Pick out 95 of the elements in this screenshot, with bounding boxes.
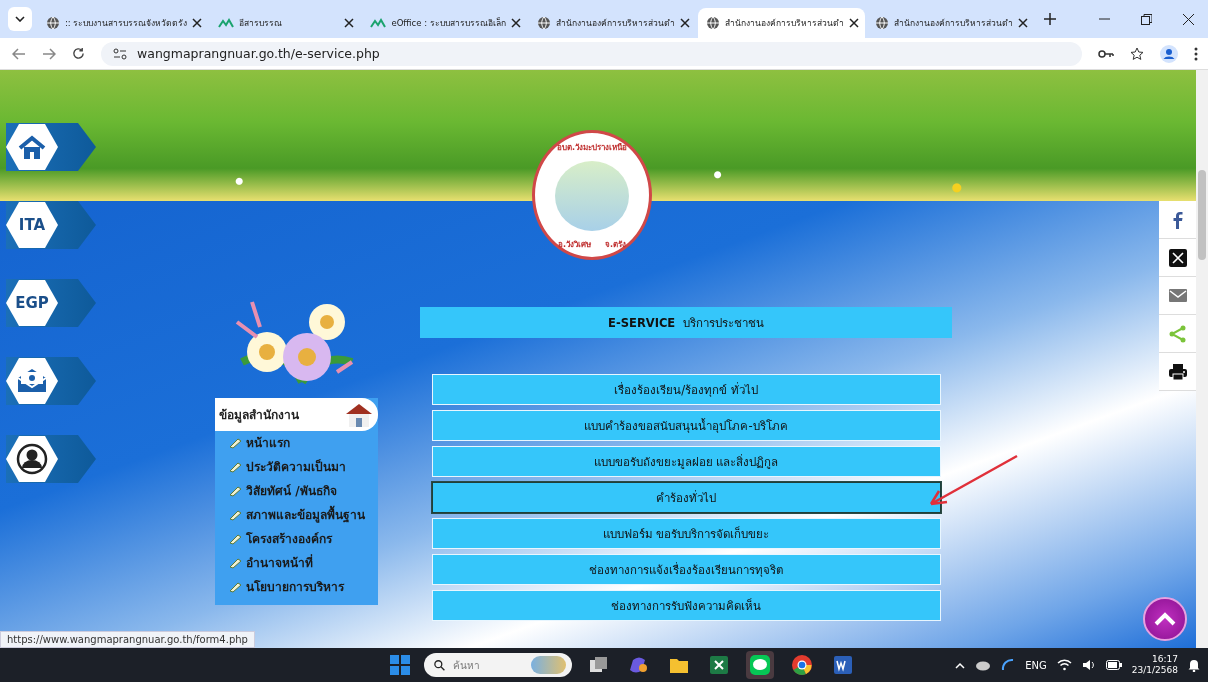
speaker-icon[interactable] xyxy=(1081,659,1096,671)
side-link-button[interactable]: EGP xyxy=(6,279,96,327)
house-icon xyxy=(344,401,374,428)
chart-line-icon xyxy=(370,17,387,29)
pencil-icon xyxy=(229,437,242,449)
pencil-icon xyxy=(229,461,242,473)
tab-title: eOffice : ระบบสารบรรณอิเล็ก xyxy=(391,16,506,30)
service-button[interactable]: แบบคำร้องขอสนับสนุนน้ำอุปโภค-บริโภค xyxy=(431,410,941,441)
profile-icon[interactable] xyxy=(1160,44,1178,63)
service-button[interactable]: แบบฟอร์ม ขอรับบริการจัดเก็บขยะ xyxy=(431,518,941,549)
pencil-icon xyxy=(229,509,242,521)
logo-text: ITA xyxy=(18,216,46,234)
battery-icon[interactable] xyxy=(1105,660,1122,670)
browser-tab[interactable]: สำนักงานองค์การบริหารส่วนตำ xyxy=(528,8,696,38)
service-button[interactable]: คำร้องทั่วไป xyxy=(431,482,941,513)
mail-icon xyxy=(16,368,48,394)
tab-title: :: ระบบงานสารบรรณจังหวัดตรัง xyxy=(65,17,188,30)
address-bar[interactable]: wangmaprangnuar.go.th/e-service.php xyxy=(101,41,1082,66)
side-link-button[interactable] xyxy=(6,435,96,483)
clock-time[interactable]: 16:17 xyxy=(1152,654,1178,665)
star-icon[interactable] xyxy=(1130,46,1144,61)
logo-text: EGP xyxy=(15,294,49,312)
close-icon[interactable] xyxy=(1017,18,1028,28)
taskbar-search-field[interactable]: ค้นหา xyxy=(424,653,572,677)
cloud-icon[interactable] xyxy=(975,659,992,671)
menu-link[interactable]: นโยบายการบริหาร xyxy=(246,579,344,595)
emblem-text: อบต.วังมะปรางเหนือ xyxy=(556,142,627,154)
chat-app-icon[interactable] xyxy=(746,651,774,679)
menu-title: ข้อมูลสำนักงาน xyxy=(219,407,299,424)
tab-title: สำนักงานองค์การบริหารส่วนตำ xyxy=(724,17,844,30)
search-icon xyxy=(434,658,446,672)
side-link-button[interactable] xyxy=(6,357,96,405)
x-logo-icon xyxy=(1168,248,1187,267)
chart-line-icon xyxy=(218,17,235,29)
menu-link[interactable]: ประวัติความเป็นมา xyxy=(246,459,346,475)
browser-tab[interactable]: :: ระบบงานสารบรรณจังหวัดตรัง xyxy=(38,8,209,38)
status-url: https://www.wangmaprangnuar.go.th/form4.php xyxy=(0,631,255,648)
tab-title: สำนักงานองค์การบริหารส่วนตำ xyxy=(893,17,1013,30)
windows-start-icon[interactable] xyxy=(390,655,410,675)
side-link-button[interactable]: ITA xyxy=(6,201,96,249)
scrollbar[interactable] xyxy=(1196,70,1208,648)
close-icon[interactable] xyxy=(848,18,859,28)
share-icon xyxy=(1169,324,1186,343)
tab-title: สำนักงานองค์การบริหารส่วนตำ xyxy=(555,17,675,30)
chevron-up-icon xyxy=(1154,612,1176,626)
user-icon xyxy=(16,443,48,475)
menu-link[interactable]: หน้าแรก xyxy=(246,435,290,451)
menu-link[interactable]: วิสัยทัศน์ /พันธกิจ xyxy=(246,483,337,499)
service-button[interactable]: ช่องทางการแจ้งเรื่องร้องเรียนการทุจริต xyxy=(431,554,941,585)
close-icon[interactable] xyxy=(679,18,690,28)
menu-icon[interactable] xyxy=(1194,46,1198,61)
back-icon[interactable] xyxy=(12,47,26,60)
service-button[interactable]: แบบขอรับถังขยะมูลฝอย และสิ่งปฏิกูล xyxy=(431,446,941,477)
pencil-icon xyxy=(229,557,242,569)
section-title: E-SERVICE บริการประชาชน xyxy=(420,307,952,338)
browser-tab[interactable]: สำนักงานองค์การบริหารส่วนตำ xyxy=(697,8,865,38)
menu-link[interactable]: โครงสร้างองค์กร xyxy=(246,531,332,547)
browser-tab[interactable]: อีสารบรรณ xyxy=(210,8,361,38)
search-highlight-picture xyxy=(531,656,566,674)
globe-icon xyxy=(705,16,720,30)
chevron-up-icon[interactable] xyxy=(955,661,966,669)
globe-icon xyxy=(46,16,60,30)
menu-link[interactable]: อำนาจหน้าที่ xyxy=(246,555,313,571)
tab-search-icon[interactable] xyxy=(8,7,32,31)
close-icon[interactable] xyxy=(192,18,203,28)
service-button[interactable]: เรื่องร้องเรียน/ร้องทุกข์ ทั่วไป xyxy=(431,374,941,405)
emblem-text: จ.ตรัง xyxy=(605,239,627,251)
key-icon[interactable] xyxy=(1098,48,1114,59)
emblem-text: อ.วังวิเศษ xyxy=(557,239,591,251)
sync-icon[interactable] xyxy=(1001,658,1016,672)
browser-tab[interactable]: สำนักงานองค์การบริหารส่วนตำ xyxy=(866,8,1034,38)
pencil-icon xyxy=(229,581,242,593)
printer-icon xyxy=(1168,363,1187,380)
bell-icon[interactable] xyxy=(1188,658,1200,672)
forward-icon[interactable] xyxy=(42,47,56,60)
language-indicator[interactable]: ENG xyxy=(1025,659,1047,671)
menu-link[interactable]: สภาพและข้อมูลพื้นฐาน xyxy=(246,507,365,523)
globe-icon xyxy=(874,16,889,30)
search-input[interactable]: ค้นหา xyxy=(451,658,526,672)
close-icon[interactable] xyxy=(510,18,521,28)
reload-icon[interactable] xyxy=(72,47,85,60)
tab-title: อีสารบรรณ xyxy=(239,17,284,30)
home-icon xyxy=(18,135,46,159)
service-button[interactable]: ช่องทางการรับฟังความคิดเห็น xyxy=(431,590,941,621)
close-icon[interactable] xyxy=(344,18,355,28)
site-settings-icon[interactable] xyxy=(113,47,127,60)
pencil-icon xyxy=(229,533,242,545)
wifi-icon[interactable] xyxy=(1056,659,1072,671)
pencil-icon xyxy=(229,485,242,497)
clock-date[interactable]: 23/1/2568 xyxy=(1131,665,1178,676)
side-link-button[interactable] xyxy=(6,123,96,171)
browser-tab[interactable]: eOffice : ระบบสารบรรณอิเล็ก xyxy=(362,8,527,38)
scrollbar-thumb[interactable] xyxy=(1198,170,1206,260)
envelope-icon xyxy=(1168,289,1187,302)
globe-icon xyxy=(536,16,551,30)
